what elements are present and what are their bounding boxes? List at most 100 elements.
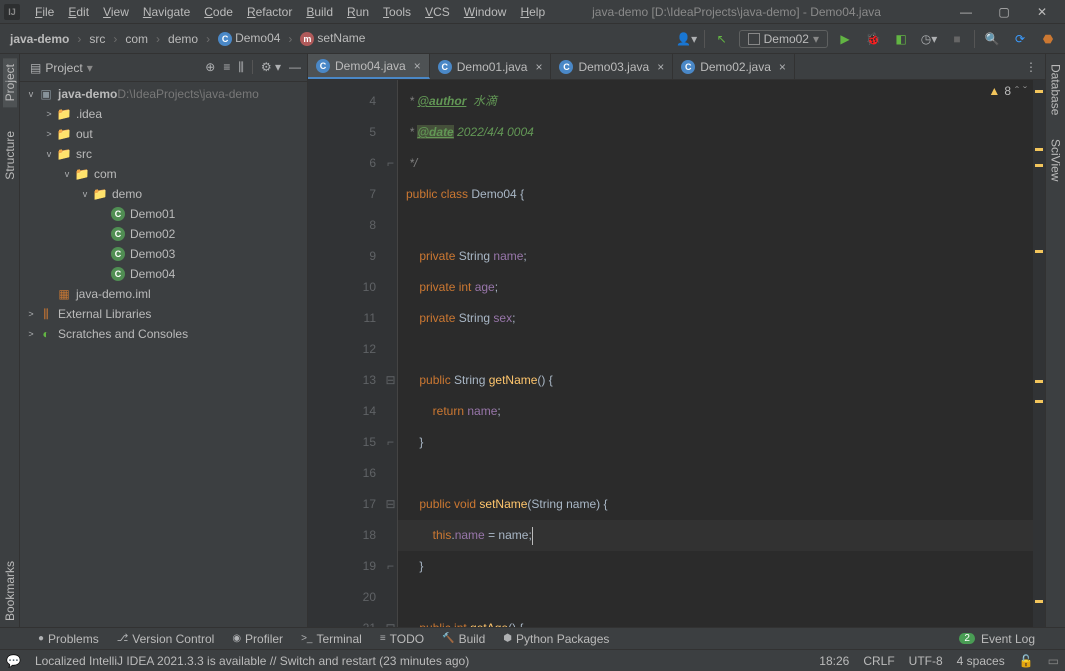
main-menu: FileEditViewNavigateCodeRefactorBuildRun… [28, 5, 552, 19]
right-tool-rail: Database SciView [1045, 54, 1065, 627]
close-tab-icon[interactable]: × [532, 60, 542, 74]
editor-tab-demo03[interactable]: CDemo03.java× [551, 54, 673, 79]
editor-tab-demo02[interactable]: CDemo02.java× [673, 54, 795, 79]
menu-vcs[interactable]: VCS [418, 3, 457, 21]
tree-item-src[interactable]: v📁src [20, 144, 307, 164]
tree-item-demo03[interactable]: CDemo03 [20, 244, 307, 264]
chevron-right-icon: › [154, 32, 162, 46]
tree-item-java-demo.iml[interactable]: ▦java-demo.iml [20, 284, 307, 304]
editor-tabs: CDemo04.java×CDemo01.java×CDemo03.java×C… [308, 54, 1045, 80]
ide-errors-icon[interactable]: ⬣ [1037, 28, 1059, 50]
rail-structure[interactable]: Structure [3, 125, 17, 186]
editor-body[interactable]: 456789101112131415161718192021 ⌐ ⊟ ⌐ ⊟ ⌐… [308, 80, 1045, 627]
status-eol[interactable]: CRLF [863, 654, 894, 668]
minimize-button[interactable]: — [947, 1, 985, 23]
left-tool-rail: Project Structure Bookmarks [0, 54, 20, 627]
window-title: java-demo [D:\IdeaProjects\java-demo] - … [552, 5, 947, 19]
breadcrumb-setname[interactable]: msetName [296, 29, 369, 48]
error-stripe[interactable] [1033, 80, 1045, 627]
inspection-summary[interactable]: ▲ 8 ˆˇ [988, 84, 1027, 98]
tree-item-demo01[interactable]: CDemo01 [20, 204, 307, 224]
expand-all-icon[interactable]: ≡ [223, 60, 230, 75]
stop-button[interactable]: ■ [946, 28, 968, 50]
menu-window[interactable]: Window [457, 3, 514, 21]
status-indent[interactable]: 4 spaces [957, 654, 1005, 668]
tree-item-demo[interactable]: v📁demo [20, 184, 307, 204]
editor-tab-demo04[interactable]: CDemo04.java× [308, 54, 430, 79]
code-content[interactable]: * @author 水滴 * @date 2022/4/4 0004 */pub… [398, 80, 1045, 627]
toolwin-profiler[interactable]: ◉Profiler [228, 632, 287, 646]
status-more-icon[interactable]: ▭ [1048, 654, 1059, 668]
close-button[interactable]: ✕ [1023, 1, 1061, 23]
maximize-button[interactable]: ▢ [985, 1, 1023, 23]
back-hammer-icon[interactable]: ↖ [711, 28, 733, 50]
fold-gutter[interactable]: ⌐ ⊟ ⌐ ⊟ ⌐ ⊟ [384, 80, 398, 627]
tree-item-out[interactable]: >📁out [20, 124, 307, 144]
coverage-button[interactable]: ◧ [890, 28, 912, 50]
menu-help[interactable]: Help [513, 3, 552, 21]
menu-run[interactable]: Run [340, 3, 376, 21]
toolwin-python-packages[interactable]: ⬢Python Packages [499, 632, 613, 646]
close-tab-icon[interactable]: × [411, 59, 421, 73]
project-tree[interactable]: v▣java-demo D:\IdeaProjects\java-demo>📁.… [20, 82, 307, 627]
tabs-menu-icon[interactable]: ⋮ [1017, 54, 1045, 79]
tree-item-com[interactable]: v📁com [20, 164, 307, 184]
rail-project[interactable]: Project [3, 58, 17, 107]
rail-bookmarks[interactable]: Bookmarks [3, 555, 17, 627]
hide-panel-icon[interactable]: — [289, 60, 301, 75]
toolwin-build[interactable]: 🔨Build [438, 632, 489, 646]
readonly-lock-icon[interactable]: 🔓 [1019, 654, 1034, 668]
tree-root[interactable]: v▣java-demo D:\IdeaProjects\java-demo [20, 84, 307, 104]
toolwin-version-control[interactable]: ⎇Version Control [113, 632, 219, 646]
navigation-bar: java-demo›src›com›demo›CDemo04›msetName … [0, 24, 1065, 54]
editor-area: CDemo04.java×CDemo01.java×CDemo03.java×C… [308, 54, 1045, 627]
tree-item-scratches-and-consoles[interactable]: >◐Scratches and Consoles [20, 324, 307, 344]
menu-tools[interactable]: Tools [376, 3, 418, 21]
close-tab-icon[interactable]: × [776, 60, 786, 74]
collapse-all-icon[interactable]: ⫼ [238, 60, 244, 75]
status-message[interactable]: Localized IntelliJ IDEA 2021.3.3 is avai… [35, 654, 469, 668]
breadcrumb-src[interactable]: src [85, 30, 109, 48]
toolwin-terminal[interactable]: >_Terminal [297, 632, 366, 646]
toolwin-todo[interactable]: ≡TODO [376, 632, 428, 646]
status-bar: 💬 Localized IntelliJ IDEA 2021.3.3 is av… [0, 649, 1065, 671]
menu-view[interactable]: View [96, 3, 136, 21]
breadcrumb-demo[interactable]: demo [164, 30, 202, 48]
status-encoding[interactable]: UTF-8 [909, 654, 943, 668]
menu-navigate[interactable]: Navigate [136, 3, 197, 21]
warning-icon: ▲ [988, 84, 1000, 98]
chevron-right-icon: › [111, 32, 119, 46]
tree-item-demo02[interactable]: CDemo02 [20, 224, 307, 244]
rail-sciview[interactable]: SciView [1049, 135, 1063, 185]
add-user-icon[interactable]: 👤▾ [676, 28, 698, 50]
project-panel-title[interactable]: ▤ Project ▾ [26, 59, 97, 77]
menu-file[interactable]: File [28, 3, 61, 21]
debug-button[interactable]: 🐞 [862, 28, 884, 50]
search-icon[interactable]: 🔍 [981, 28, 1003, 50]
menu-code[interactable]: Code [197, 3, 240, 21]
menu-refactor[interactable]: Refactor [240, 3, 299, 21]
editor-tab-demo01[interactable]: CDemo01.java× [430, 54, 552, 79]
menu-build[interactable]: Build [299, 3, 340, 21]
line-gutter[interactable]: 456789101112131415161718192021 [308, 80, 384, 627]
run-button[interactable]: ▶ [834, 28, 856, 50]
event-log-button[interactable]: Event Log [981, 632, 1035, 646]
status-notification-icon[interactable]: 💬 [6, 654, 21, 668]
breadcrumb-java-demo[interactable]: java-demo [6, 30, 73, 48]
rail-database[interactable]: Database [1049, 60, 1063, 119]
project-panel: ▤ Project ▾ ⊕ ≡ ⫼ ⚙ ▾ — v▣java-demo D:\I… [20, 54, 308, 627]
locate-icon[interactable]: ⊕ [205, 60, 215, 75]
breadcrumb-com[interactable]: com [121, 30, 152, 48]
profile-button[interactable]: ◷▾ [918, 28, 940, 50]
status-time[interactable]: 18:26 [819, 654, 849, 668]
tree-item-.idea[interactable]: >📁.idea [20, 104, 307, 124]
settings-icon[interactable]: ⚙ ▾ [261, 60, 281, 75]
breadcrumb-demo04[interactable]: CDemo04 [214, 29, 284, 48]
sync-icon[interactable]: ⟳ [1009, 28, 1031, 50]
close-tab-icon[interactable]: × [654, 60, 664, 74]
tree-item-external-libraries[interactable]: >⫼External Libraries [20, 304, 307, 324]
run-config-selector[interactable]: Demo02 ▾ [739, 30, 828, 48]
tree-item-demo04[interactable]: CDemo04 [20, 264, 307, 284]
toolwin-problems[interactable]: ●Problems [34, 632, 103, 646]
menu-edit[interactable]: Edit [61, 3, 96, 21]
